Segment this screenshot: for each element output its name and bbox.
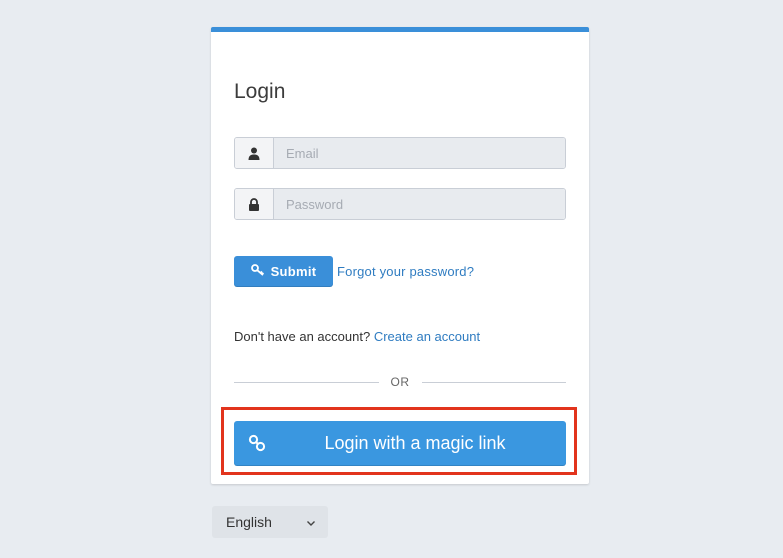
submit-label: Submit — [270, 264, 317, 279]
magic-link-button[interactable]: Login with a magic link — [234, 421, 566, 466]
login-card: Login Submit Forgot your password? — [211, 27, 589, 484]
email-field-group — [234, 137, 566, 169]
create-account-link[interactable]: Create an account — [374, 329, 480, 344]
email-input[interactable] — [274, 138, 565, 168]
chevron-down-icon — [306, 515, 316, 531]
or-text: OR — [390, 375, 410, 389]
magic-link-label: Login with a magic link — [324, 433, 506, 453]
user-icon — [235, 138, 274, 168]
no-account-text: Don't have an account? — [234, 329, 371, 344]
signup-row: Don't have an account? Create an account — [234, 329, 480, 344]
key-icon — [250, 264, 265, 279]
password-input[interactable] — [274, 189, 565, 219]
divider-line-right — [421, 381, 566, 383]
forgot-password-link[interactable]: Forgot your password? — [337, 264, 474, 279]
lock-icon — [235, 189, 274, 219]
submit-button[interactable]: Submit — [234, 256, 333, 287]
language-select[interactable]: English — [212, 506, 328, 538]
or-divider: OR — [234, 375, 566, 389]
password-field-group — [234, 188, 566, 220]
divider-line-left — [234, 381, 379, 383]
language-selected: English — [226, 514, 272, 530]
page-title: Login — [234, 80, 286, 103]
